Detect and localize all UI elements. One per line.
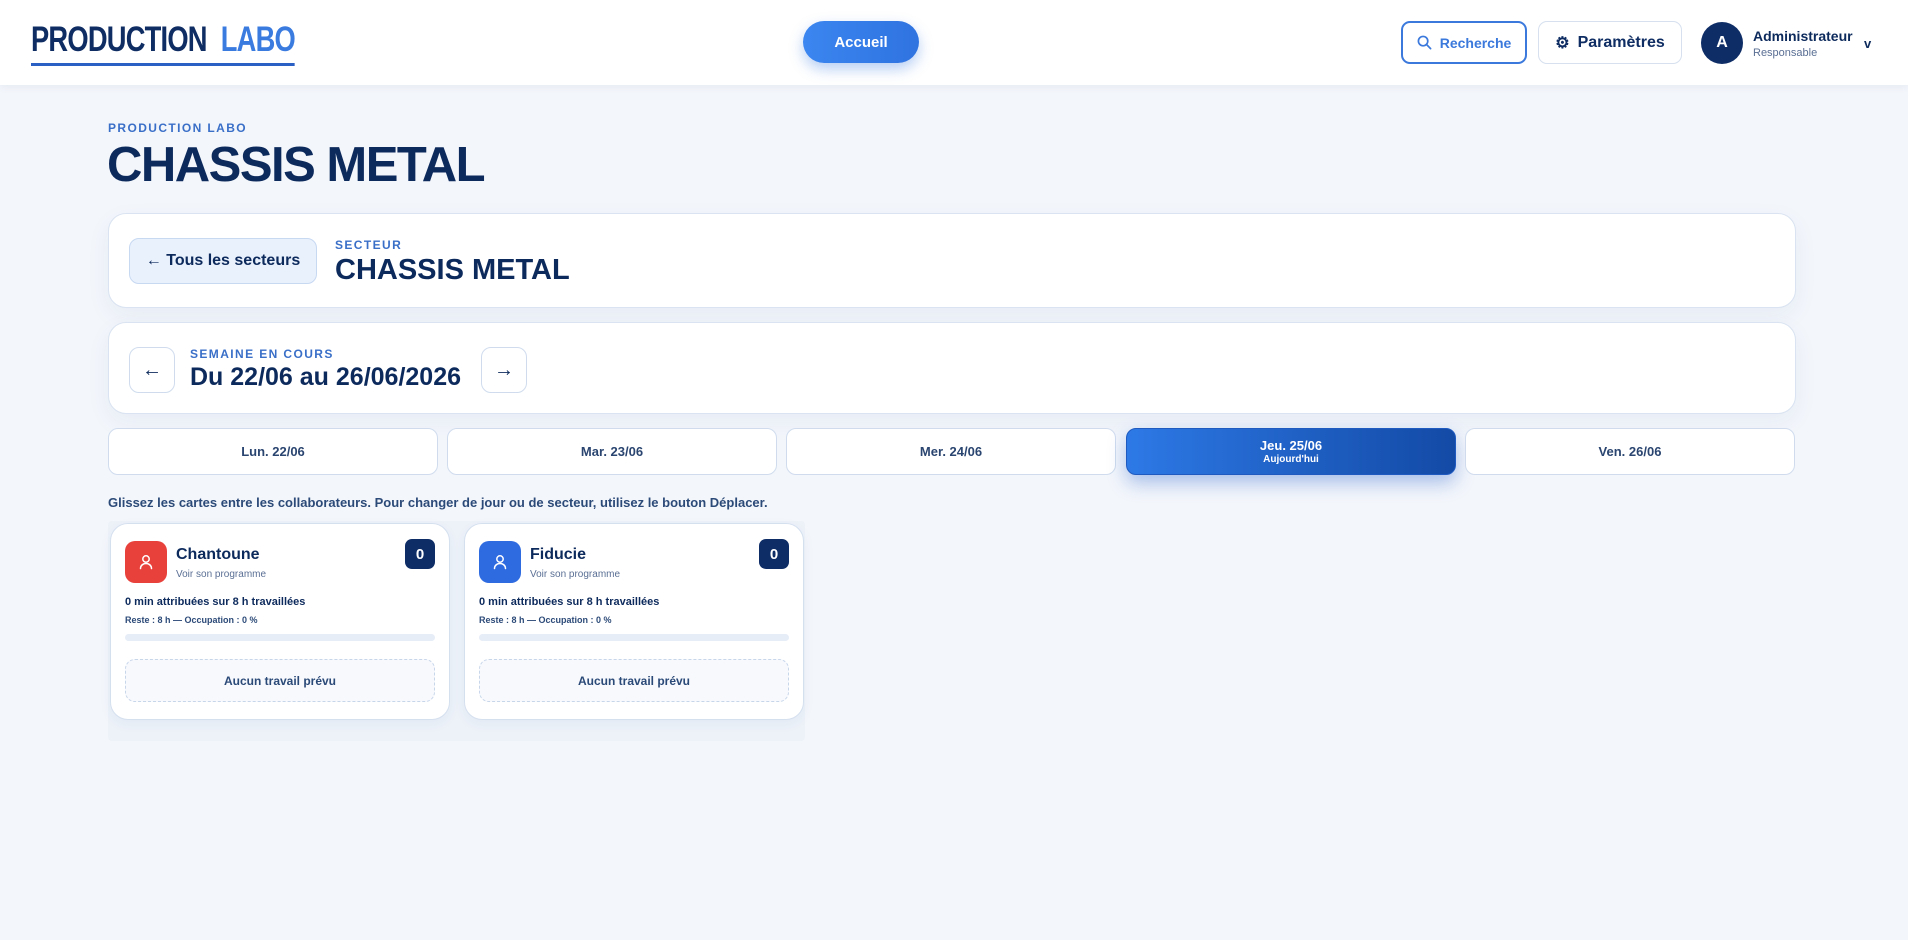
drag-hint: Glissez les cartes entre les collaborate… bbox=[108, 495, 768, 510]
avatar: A bbox=[1701, 22, 1743, 64]
day-tab-fri[interactable]: Ven. 26/06 bbox=[1465, 428, 1795, 475]
empty-dropzone[interactable]: Aucun travail prévu bbox=[479, 659, 789, 702]
today-label: Aujourd'hui bbox=[1263, 454, 1319, 465]
gear-icon: ⚙ bbox=[1555, 34, 1570, 52]
worker-name: Fiducie bbox=[530, 546, 587, 563]
day-tab-thu[interactable]: Jeu. 25/06 Aujourd'hui bbox=[1126, 428, 1456, 475]
view-program-link[interactable]: Voir son programme bbox=[176, 569, 266, 580]
week-range: Du 22/06 au 26/06/2026 bbox=[190, 363, 462, 391]
search-button-label: Recherche bbox=[1439, 34, 1512, 51]
search-button[interactable]: Recherche bbox=[1401, 21, 1527, 64]
worker-load-text: 0 min attribuées sur 8 h travaillées bbox=[125, 596, 306, 608]
week-card: ← SEMAINE EN COURS Du 22/06 au 26/06/202… bbox=[108, 322, 1796, 414]
day-tab-label: Ven. 26/06 bbox=[1598, 444, 1662, 459]
all-sectors-button[interactable]: ← Tous les secteurs bbox=[129, 238, 317, 284]
logo-text-production: PRODUCTION bbox=[31, 20, 208, 59]
worker-load-text: 0 min attribuées sur 8 h travaillées bbox=[479, 596, 660, 608]
user-name: Administrateur bbox=[1753, 27, 1853, 44]
day-tab-label: Mar. 23/06 bbox=[580, 444, 644, 459]
sector-name: CHASSIS METAL bbox=[335, 254, 570, 286]
view-program-link[interactable]: Voir son programme bbox=[530, 569, 620, 580]
user-menu[interactable]: A Administrateur Responsable v bbox=[1701, 21, 1871, 65]
top-bar: PRODUCTION LABO Accueil Recherche ⚙ Para… bbox=[0, 0, 1908, 85]
worker-remaining-text: Reste : 8 h — Occupation : 0 % bbox=[125, 615, 258, 625]
task-count-badge: 0 bbox=[759, 539, 789, 569]
worker-name: Chantoune bbox=[176, 546, 260, 563]
day-tab-label: Mer. 24/06 bbox=[919, 444, 983, 459]
occupation-bar bbox=[479, 634, 789, 641]
user-role: Responsable bbox=[1753, 46, 1818, 59]
logo-text-labo: LABO bbox=[220, 20, 296, 59]
page-eyebrow: PRODUCTION LABO bbox=[108, 121, 247, 135]
day-tab-mon[interactable]: Lun. 22/06 bbox=[108, 428, 438, 475]
day-tab-wed[interactable]: Mer. 24/06 bbox=[786, 428, 1116, 475]
sector-label: SECTEUR bbox=[335, 238, 403, 252]
worker-avatar bbox=[125, 541, 167, 583]
settings-button[interactable]: ⚙ Paramètres bbox=[1538, 21, 1682, 64]
worker-card[interactable]: Chantoune Voir son programme 0 0 min att… bbox=[110, 523, 450, 720]
sector-card: ← Tous les secteurs SECTEUR CHASSIS META… bbox=[108, 213, 1796, 308]
settings-button-label: Paramètres bbox=[1577, 33, 1665, 51]
user-icon bbox=[139, 555, 153, 570]
user-icon bbox=[493, 555, 507, 570]
page-title: CHASSIS METAL bbox=[107, 138, 486, 192]
worker-avatar bbox=[479, 541, 521, 583]
search-icon bbox=[1417, 35, 1432, 50]
app-logo[interactable]: PRODUCTION LABO bbox=[31, 20, 296, 66]
day-tab-label: Jeu. 25/06 bbox=[1259, 438, 1323, 453]
next-week-button[interactable]: → bbox=[481, 347, 527, 393]
chevron-down-icon[interactable]: v bbox=[1864, 36, 1871, 51]
week-label: SEMAINE EN COURS bbox=[190, 347, 334, 361]
day-tab-label: Lun. 22/06 bbox=[241, 444, 305, 459]
task-count-badge: 0 bbox=[405, 539, 435, 569]
empty-dropzone[interactable]: Aucun travail prévu bbox=[125, 659, 435, 702]
day-tab-tue[interactable]: Mar. 23/06 bbox=[447, 428, 777, 475]
previous-week-button[interactable]: ← bbox=[129, 347, 175, 393]
worker-remaining-text: Reste : 8 h — Occupation : 0 % bbox=[479, 615, 612, 625]
home-button[interactable]: Accueil bbox=[803, 21, 919, 63]
worker-card[interactable]: Fiducie Voir son programme 0 0 min attri… bbox=[464, 523, 804, 720]
occupation-bar bbox=[125, 634, 435, 641]
